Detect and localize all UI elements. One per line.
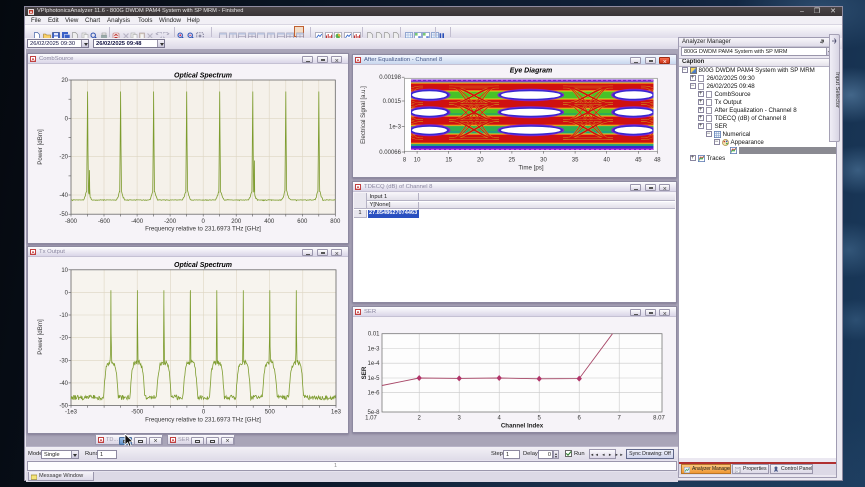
svg-text:0: 0 xyxy=(65,116,69,122)
svg-text:0: 0 xyxy=(202,410,206,416)
svg-text:1e-3: 1e-3 xyxy=(389,125,402,131)
svg-text:1e3: 1e3 xyxy=(331,410,342,416)
svg-text:Optical Spectrum: Optical Spectrum xyxy=(174,73,232,80)
svg-text:Power [dBm]: Power [dBm] xyxy=(37,129,44,165)
svg-text:1.07: 1.07 xyxy=(365,416,377,422)
svg-text:-30: -30 xyxy=(59,358,68,364)
svg-text:4: 4 xyxy=(498,416,502,422)
svg-text:-800: -800 xyxy=(65,219,78,225)
svg-text:0.01: 0.01 xyxy=(368,332,380,338)
svg-text:10: 10 xyxy=(414,158,421,164)
svg-text:0.00198: 0.00198 xyxy=(379,75,401,81)
svg-text:Frequency relative to 231.6973: Frequency relative to 231.6973 THz [GHz] xyxy=(145,226,261,233)
svg-text:10: 10 xyxy=(61,268,68,274)
svg-text:8: 8 xyxy=(403,158,407,164)
svg-text:20: 20 xyxy=(477,158,484,164)
svg-text:Time [ps]: Time [ps] xyxy=(518,165,543,172)
svg-text:-40: -40 xyxy=(59,193,68,199)
svg-text:8.07: 8.07 xyxy=(653,416,665,422)
svg-text:1e-4: 1e-4 xyxy=(367,361,380,367)
svg-text:30: 30 xyxy=(540,158,547,164)
svg-text:20: 20 xyxy=(61,78,68,84)
svg-text:48: 48 xyxy=(654,158,661,164)
svg-text:-20: -20 xyxy=(59,336,68,342)
svg-text:2: 2 xyxy=(418,416,422,422)
svg-text:3: 3 xyxy=(458,416,462,422)
svg-text:6: 6 xyxy=(578,416,582,422)
svg-text:15: 15 xyxy=(445,158,452,164)
svg-text:Electrical Signal [a.u.]: Electrical Signal [a.u.] xyxy=(361,86,367,144)
svg-text:-20: -20 xyxy=(59,155,68,161)
svg-text:45: 45 xyxy=(635,158,642,164)
svg-text:SER: SER xyxy=(361,366,368,379)
svg-text:-40: -40 xyxy=(59,381,68,387)
svg-text:Channel Index: Channel Index xyxy=(501,423,544,430)
svg-text:-500: -500 xyxy=(131,410,144,416)
svg-text:800: 800 xyxy=(330,219,341,225)
svg-text:400: 400 xyxy=(264,219,275,225)
svg-text:40: 40 xyxy=(603,158,610,164)
svg-text:0: 0 xyxy=(202,219,206,225)
svg-text:0.00066: 0.00066 xyxy=(379,150,401,156)
svg-text:Power [dBm]: Power [dBm] xyxy=(37,319,44,355)
svg-text:1e-5: 1e-5 xyxy=(367,376,380,382)
svg-text:Optical Spectrum: Optical Spectrum xyxy=(174,262,232,269)
svg-text:-600: -600 xyxy=(98,219,111,225)
svg-text:7: 7 xyxy=(618,416,622,422)
svg-text:35: 35 xyxy=(572,158,579,164)
svg-text:-200: -200 xyxy=(164,219,177,225)
svg-text:25: 25 xyxy=(509,158,516,164)
svg-text:Frequency relative to 231.6973: Frequency relative to 231.6973 THz [GHz] xyxy=(145,417,261,424)
svg-text:1e-6: 1e-6 xyxy=(367,391,380,397)
svg-text:1e-3: 1e-3 xyxy=(367,347,380,353)
svg-text:0.0015: 0.0015 xyxy=(383,99,402,105)
svg-text:-1e3: -1e3 xyxy=(65,410,78,416)
svg-text:Eye Diagram: Eye Diagram xyxy=(510,68,552,75)
svg-text:5: 5 xyxy=(538,416,542,422)
svg-text:-50: -50 xyxy=(59,404,68,410)
svg-text:-50: -50 xyxy=(59,212,68,218)
svg-text:-10: -10 xyxy=(59,313,68,319)
svg-text:0: 0 xyxy=(65,290,69,296)
svg-text:200: 200 xyxy=(231,219,242,225)
svg-text:500: 500 xyxy=(265,410,276,416)
svg-text:-400: -400 xyxy=(131,219,144,225)
svg-text:600: 600 xyxy=(297,219,308,225)
